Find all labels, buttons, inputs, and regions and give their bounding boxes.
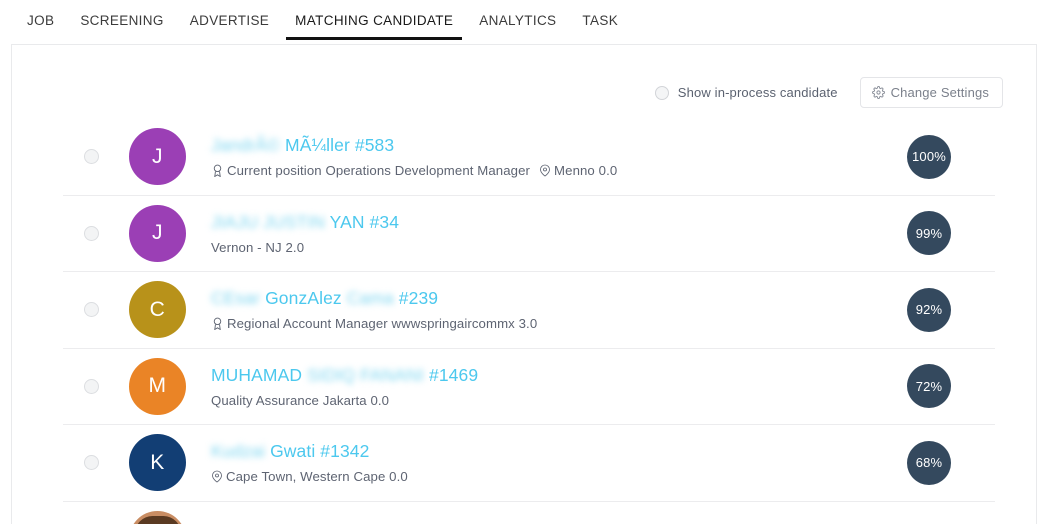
candidate-position: Current position Operations Development … <box>227 163 531 179</box>
change-settings-button[interactable]: Change Settings <box>859 77 1003 108</box>
candidate-last-name: GonzAlez <box>265 288 342 309</box>
candidate-info: CEsar GonzAlez Cama #239 Regional Accoun… <box>211 287 907 332</box>
tab-advertise[interactable]: ADVERTISE <box>177 0 282 40</box>
tab-screening[interactable]: SCREENING <box>67 0 176 40</box>
main-tab-bar: JOB SCREENING ADVERTISE MATCHING CANDIDA… <box>0 0 1050 41</box>
candidate-id: #1342 <box>320 441 370 462</box>
candidate-name[interactable]: Kudzai Gwati #1342 <box>211 440 907 462</box>
change-settings-label: Change Settings <box>890 85 989 100</box>
award-badge-icon <box>211 164 224 178</box>
match-percent-badge: 92% <box>907 287 951 332</box>
candidate-last-name: YAN <box>329 211 365 232</box>
candidate-subline: Cape Town, Western Cape 0.0 <box>211 468 907 485</box>
candidate-subline: Current position Operations Development … <box>211 162 907 179</box>
tab-analytics[interactable]: ANALYTICS <box>466 0 569 40</box>
candidate-name[interactable]: CEsar GonzAlez Cama #239 <box>211 287 907 309</box>
candidate-row[interactable]: J JIAJU JUSTIN YAN #34 Vernon - NJ 2.0 9… <box>63 196 995 272</box>
candidate-name[interactable]: MUHAMAD SIDIQ FANANI #1469 <box>211 364 907 386</box>
candidate-list-card: Show in-process candidate Change Setting… <box>11 44 1037 524</box>
show-in-process-candidate-label: Show in-process candidate <box>677 85 838 100</box>
candidate-list: J JandrÃ© MÃ¼ller #583 Current position … <box>63 119 995 524</box>
candidate-row[interactable]: M MUHAMAD SIDIQ FANANI #1469 Quality Ass… <box>63 349 995 425</box>
candidate-info: JIAJU JUSTIN YAN #34 Vernon - NJ 2.0 <box>211 211 907 256</box>
candidate-select-radio[interactable] <box>84 455 99 471</box>
candidate-position: Regional Account Manager wwwspringaircom… <box>227 316 538 332</box>
candidate-select-radio[interactable] <box>84 378 99 394</box>
avatar-initial: C <box>149 297 166 321</box>
matching-candidate-page: JOB SCREENING ADVERTISE MATCHING CANDIDA… <box>0 0 1050 524</box>
candidate-name[interactable]: JandrÃ© MÃ¼ller #583 <box>211 134 907 156</box>
gear-icon <box>871 86 885 99</box>
candidate-row[interactable]: J JandrÃ© MÃ¼ller #583 Current position … <box>63 119 995 196</box>
match-percent-badge: 99% <box>907 211 951 256</box>
candidate-position: Vernon - NJ 2.0 <box>211 239 305 255</box>
award-badge-icon <box>211 317 224 331</box>
candidate-position: Quality Assurance Jakarta 0.0 <box>211 392 390 408</box>
tab-task[interactable]: TASK <box>569 0 631 40</box>
avatar-initial: J <box>152 144 163 168</box>
avatar-photo-hair <box>134 515 181 524</box>
match-percent-badge: 68% <box>907 440 951 485</box>
candidate-row[interactable] <box>63 502 995 524</box>
avatar-initial: K <box>150 450 165 474</box>
candidate-second-surname-redacted: Cama <box>346 288 394 309</box>
candidate-select-radio[interactable] <box>84 302 99 318</box>
tab-matching-candidate[interactable]: MATCHING CANDIDATE <box>282 0 466 40</box>
tab-job[interactable]: JOB <box>14 0 67 40</box>
candidate-first-name-redacted: Kudzai <box>211 441 266 462</box>
candidate-first-name: MUHAMAD <box>211 364 303 385</box>
map-pin-icon <box>539 164 551 177</box>
match-percent-badge: 100% <box>907 134 951 179</box>
candidate-last-name: Gwati <box>270 441 316 462</box>
candidate-subline: Vernon - NJ 2.0 <box>211 239 907 256</box>
candidate-id: #239 <box>398 288 439 309</box>
radio-unchecked-icon[interactable] <box>654 85 669 100</box>
candidate-location: Menno 0.0 <box>554 163 618 179</box>
candidate-last-name: MÃ¼ller <box>285 135 350 156</box>
candidate-info: MUHAMAD SIDIQ FANANI #1469 Quality Assur… <box>211 364 907 409</box>
avatar: J <box>129 204 186 262</box>
candidate-first-name-redacted: JIAJU JUSTIN <box>211 211 325 232</box>
candidate-info: Kudzai Gwati #1342 Cape Town, Western Ca… <box>211 440 907 485</box>
candidate-id: #583 <box>354 135 395 156</box>
avatar: C <box>129 281 186 339</box>
candidate-id: #34 <box>369 211 400 232</box>
candidate-first-name-redacted: JandrÃ© <box>211 135 281 156</box>
avatar-initial: J <box>152 221 163 245</box>
candidate-select-radio[interactable] <box>84 225 99 241</box>
avatar-photo <box>129 511 186 524</box>
match-percent-badge: 72% <box>907 364 951 409</box>
candidate-subline: Quality Assurance Jakarta 0.0 <box>211 392 907 409</box>
candidate-subline: Regional Account Manager wwwspringaircom… <box>211 315 907 332</box>
candidate-id: #1469 <box>428 364 479 385</box>
avatar-initial: M <box>148 374 167 398</box>
avatar: M <box>129 357 186 415</box>
candidate-name[interactable]: JIAJU JUSTIN YAN #34 <box>211 211 907 233</box>
candidate-info: JandrÃ© MÃ¼ller #583 Current position Op… <box>211 134 907 179</box>
candidate-row[interactable]: K Kudzai Gwati #1342 Cape Town, Western … <box>63 425 995 502</box>
show-in-process-candidate-toggle[interactable]: Show in-process candidate <box>654 85 838 100</box>
candidate-select-radio[interactable] <box>84 149 99 165</box>
map-pin-icon <box>211 470 223 483</box>
avatar: J <box>129 128 186 186</box>
avatar: K <box>129 434 186 492</box>
candidate-first-name-redacted: CEsar <box>211 288 261 309</box>
card-header-controls: Show in-process candidate Change Setting… <box>654 77 1003 108</box>
candidate-location: Cape Town, Western Cape 0.0 <box>226 469 408 485</box>
candidate-row[interactable]: C CEsar GonzAlez Cama #239 Regional Acco… <box>63 272 995 349</box>
candidate-last-name-redacted: SIDIQ FANANI <box>307 364 425 385</box>
